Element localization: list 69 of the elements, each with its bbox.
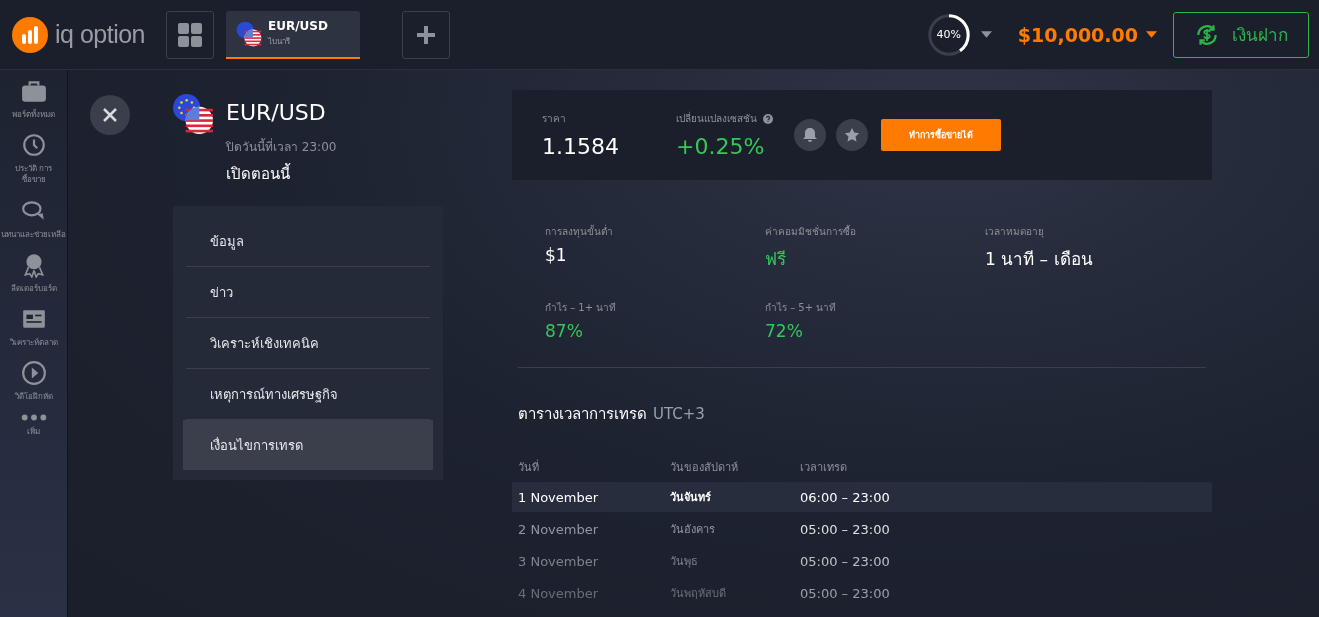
currency-flags-icon <box>172 93 214 135</box>
close-button[interactable] <box>90 95 130 135</box>
hours-cell: 05:00 – 23:00 <box>800 521 890 537</box>
caret-icon[interactable] <box>980 31 992 38</box>
price-value: 1.1584 <box>542 134 620 159</box>
timezone-text: UTC+3 <box>653 405 705 423</box>
menu-item[interactable]: วิเคราะห์เชิงเทคนิค <box>186 318 430 369</box>
weekday-cell-text: วันพฤหัสบดี <box>670 586 727 602</box>
date-cell-text: 1 November <box>518 489 600 505</box>
stat-value: 1 นาที – เดือน <box>985 248 1094 271</box>
logo-text: iq option <box>55 20 146 49</box>
menu-item[interactable]: ข่าว <box>186 267 430 318</box>
deposit-button[interactable]: เงินฝาก <box>1173 11 1309 58</box>
column-header: เวลาเทรด <box>800 460 847 476</box>
favorite-button[interactable] <box>836 119 868 151</box>
sidebar-item[interactable]: ลีดเดอร์บอร์ด <box>0 251 67 294</box>
hours-cell: 05:00 – 23:00 <box>800 585 890 601</box>
bar-chart-logo-icon <box>12 16 48 53</box>
date-cell-text: 2 November <box>518 521 600 537</box>
stat-label: กำไร – 1+ นาที <box>545 301 618 315</box>
stat-label: เวลาหมดอายุ <box>985 225 1045 239</box>
play-icon <box>20 360 47 387</box>
grid-icon <box>178 22 202 47</box>
balance-amount[interactable]: $10,000.00 <box>1017 23 1138 46</box>
bell-button[interactable] <box>794 119 826 151</box>
sidebar-item[interactable]: วิดีโอฝึกหัด <box>0 360 67 403</box>
hours-cell: 06:00 – 23:00 <box>800 489 890 505</box>
stat-value: $1 <box>545 245 568 265</box>
menu-item[interactable]: ข้อมูล <box>186 216 430 267</box>
sidebar-item[interactable]: พอร์ตทั้งหมด <box>0 78 67 121</box>
sidebar-item[interactable]: นทนาและช่วยเหลือ <box>0 197 67 240</box>
change-label: เปลี่ยนแปลงเซสชัน <box>676 111 757 126</box>
sidebar-item[interactable]: ประวัติ การซื้อขาย <box>0 132 67 186</box>
stat-value: 72% <box>765 321 804 341</box>
schedule-title: ตารางเวลาการเทรด <box>518 404 647 425</box>
column-header: วันที่ <box>518 458 540 476</box>
close-icon <box>102 107 118 123</box>
star-icon <box>844 127 860 143</box>
stat-label: กำไร – 5+ นาที <box>765 301 838 315</box>
market-status-text: เปิดตอนนี้ <box>226 162 292 185</box>
bell-icon <box>802 127 818 143</box>
stat-value: ฟรี <box>765 248 787 271</box>
sidebar-item[interactable]: วิเคราะห์ตลาด <box>0 305 67 349</box>
date-cell-text: 3 November <box>518 553 600 569</box>
add-tab-button[interactable] <box>402 10 450 59</box>
briefcase-icon <box>20 78 47 104</box>
price-label: ราคา <box>542 112 567 126</box>
menu-item[interactable]: เงื่อนไขการเทรด <box>183 420 433 470</box>
weekday-cell-text: วันพุธ <box>670 554 699 570</box>
sidebar-item[interactable]: เพิ่ม <box>0 414 67 438</box>
help-icon[interactable] <box>763 113 773 124</box>
weekday-cell-text: วันจันทร์ <box>670 490 712 506</box>
weekday-cell-text: วันอังคาร <box>670 522 716 538</box>
clock-icon <box>20 132 47 159</box>
asset-title: EUR/USD <box>226 100 327 125</box>
asset-tab[interactable]: EUR/USD ไบนารี <box>226 10 360 59</box>
grid-button[interactable] <box>166 10 214 59</box>
currency-flags-icon <box>236 20 262 47</box>
caret-icon[interactable] <box>1146 31 1157 38</box>
closing-time-text: ปิดวันนี้ที่เวลา 23:00 <box>226 137 337 156</box>
stat-label: การลงทุนขั้นต่ำ <box>545 224 614 239</box>
plus-icon <box>417 25 435 44</box>
stat-label: ค่าคอมมิชชั่นการซื้อ <box>765 224 857 239</box>
more-icon <box>20 414 47 422</box>
hours-cell: 05:00 – 23:00 <box>800 553 890 569</box>
date-cell-text: 4 November <box>518 585 600 601</box>
change-value: +0.25% <box>676 134 766 159</box>
column-header: วันของสัปดาห์ <box>670 460 739 476</box>
stat-value: 87% <box>545 321 584 341</box>
